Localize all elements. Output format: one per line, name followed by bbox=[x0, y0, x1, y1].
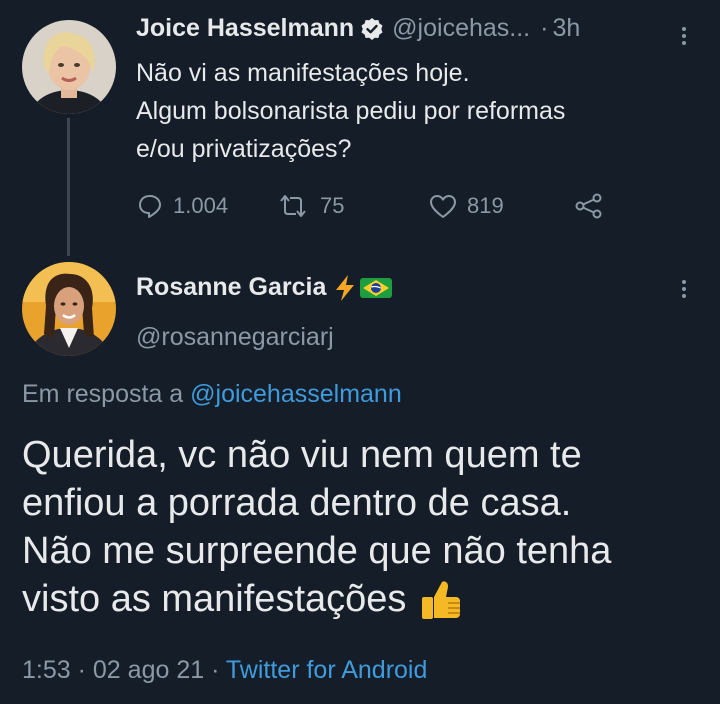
tweet2-display-name[interactable]: Rosanne Garcia bbox=[136, 273, 326, 302]
tweet2-date[interactable]: 02 ago 21 bbox=[93, 656, 204, 684]
share-icon bbox=[574, 193, 604, 219]
tweet1-header: Joice Hasselmann @joicehas... · 3h bbox=[136, 14, 580, 43]
reply-count: 1.004 bbox=[173, 193, 229, 218]
tweet2-text: Querida, vc não viu nem quem te enfiou a… bbox=[22, 431, 611, 623]
tweet1-text-line: Algum bolsonarista pediu por reformas bbox=[136, 97, 566, 125]
tweet1-more-vertical-icon[interactable] bbox=[682, 24, 688, 48]
tweet2-meta-separator: · bbox=[77, 656, 86, 684]
share-button[interactable] bbox=[574, 193, 604, 219]
tweet1-text: Não vi as manifestações hoje. Algum bols… bbox=[136, 54, 565, 168]
tweet2-more-vertical-icon[interactable] bbox=[682, 277, 688, 301]
tweet1-handle[interactable]: @joicehas... bbox=[392, 14, 530, 43]
tweet2-handle[interactable]: @rosannegarciarj bbox=[136, 323, 334, 352]
tweet2-header: Rosanne Garcia bbox=[136, 273, 393, 302]
thread-connector-line bbox=[67, 118, 70, 256]
heart-icon bbox=[429, 193, 457, 219]
tweet2-text-line: Querida, vc não viu nem quem te bbox=[22, 434, 582, 476]
reply-to-handle-link[interactable]: @joicehasselmann bbox=[190, 380, 402, 408]
retweet-count: 75 bbox=[320, 193, 345, 218]
retweet-icon bbox=[276, 193, 310, 219]
tweet2-time[interactable]: 1:53 bbox=[22, 656, 71, 684]
thumbs-up-icon bbox=[420, 577, 462, 621]
tweet1-display-name[interactable]: Joice Hasselmann bbox=[136, 14, 354, 43]
retweet-button[interactable]: 75 bbox=[276, 193, 344, 219]
brazil-flag-icon bbox=[360, 276, 393, 300]
tweet2-client-link[interactable]: Twitter for Android bbox=[226, 656, 427, 684]
lightning-icon bbox=[334, 274, 356, 302]
tweet1-text-line: Não vi as manifestações hoje. bbox=[136, 59, 470, 87]
tweet2-text-line: enfiou a porrada dentro de casa. bbox=[22, 482, 572, 524]
reply-button[interactable]: 1.004 bbox=[137, 193, 228, 219]
like-button[interactable]: 819 bbox=[429, 193, 504, 219]
reply-context-label: Em resposta a bbox=[22, 380, 184, 408]
tweet1-text-line: e/ou privatizações? bbox=[136, 135, 352, 163]
tweet2-meta: 1:53 · 02 ago 21 · Twitter for Android bbox=[22, 656, 427, 685]
tweet2-meta-separator: · bbox=[211, 656, 220, 684]
tweet2-text-line: Não me surpreende que não tenha bbox=[22, 530, 612, 572]
tweet1-time[interactable]: 3h bbox=[552, 14, 580, 43]
avatar-joice[interactable] bbox=[22, 20, 116, 114]
reply-context: Em resposta a @joicehasselmann bbox=[22, 380, 402, 409]
reply-icon bbox=[137, 193, 163, 219]
like-count: 819 bbox=[467, 193, 504, 218]
tweet2-text-line: visto as manifestações bbox=[22, 578, 407, 620]
tweet1-separator: · bbox=[540, 14, 549, 42]
verified-badge-icon bbox=[360, 17, 384, 41]
avatar-rosanne[interactable] bbox=[22, 262, 116, 356]
